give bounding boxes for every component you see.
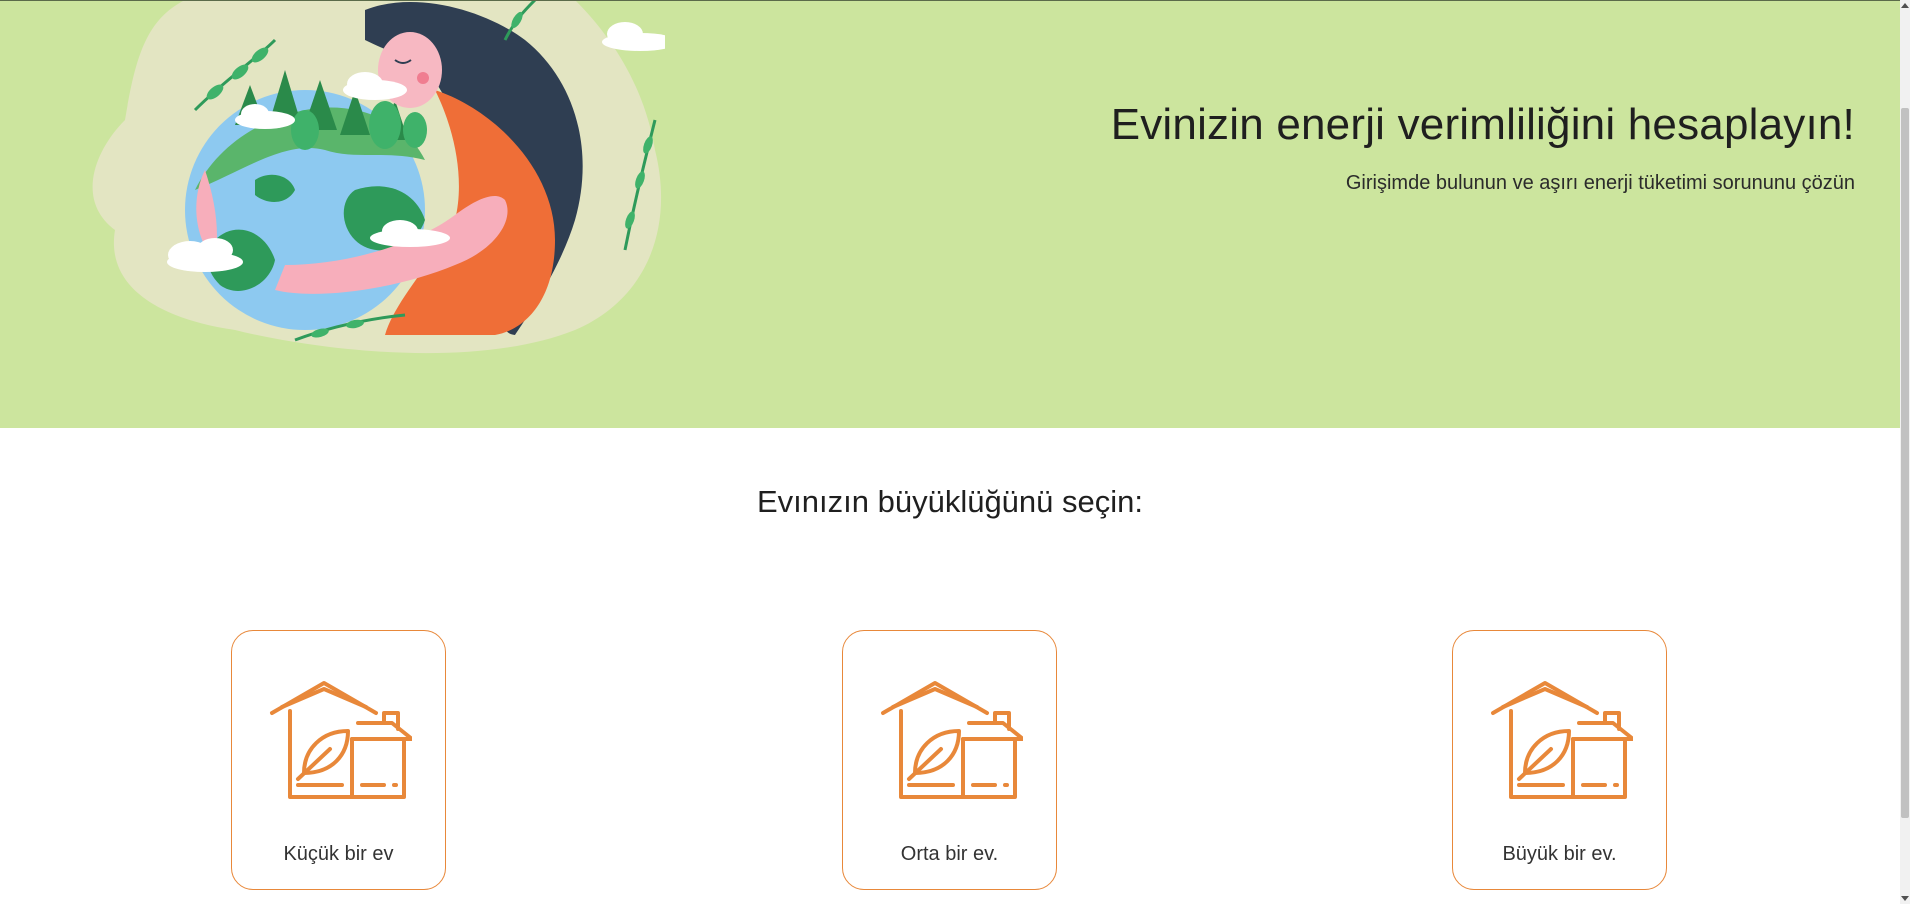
option-card-medium-house[interactable]: Orta bir ev. xyxy=(842,630,1057,890)
woman-hugging-earth-illustration xyxy=(92,0,665,354)
page: Evinizin enerji verimliliğini hesaplayın… xyxy=(0,0,1910,904)
scroll-up-arrow-icon[interactable] xyxy=(1901,3,1909,8)
hero-subtitle: Girişimde bulunun ve aşırı enerji tüketi… xyxy=(1345,172,1855,194)
section-title: Evınızın büyüklüğünü seçin: xyxy=(756,484,1144,519)
hero-text: Evinizin enerji verimliliğini hesaplayın… xyxy=(1111,100,1855,195)
scroll-down-arrow-icon[interactable] xyxy=(1901,896,1909,901)
option-label-small: Küçük bir ev xyxy=(283,843,394,865)
option-label-medium: Orta bir ev. xyxy=(900,843,999,865)
scrollbar-thumb[interactable] xyxy=(1901,108,1909,818)
option-card-large-house[interactable]: Büyük bir ev. xyxy=(1452,630,1667,890)
window-top-border xyxy=(0,0,1900,1)
vertical-scrollbar[interactable] xyxy=(1900,0,1910,904)
hero-title: Evinizin enerji verimliliğini hesaplayın… xyxy=(1110,100,1855,149)
option-label-large: Büyük bir ev. xyxy=(1502,843,1617,865)
eco-house-icon xyxy=(881,681,1023,799)
eco-house-icon xyxy=(1491,681,1633,799)
hero-banner: Evinizin enerji verimliliğini hesaplayın… xyxy=(0,0,1900,428)
option-card-small-house[interactable]: Küçük bir ev xyxy=(231,630,446,890)
eco-house-icon xyxy=(270,681,412,799)
